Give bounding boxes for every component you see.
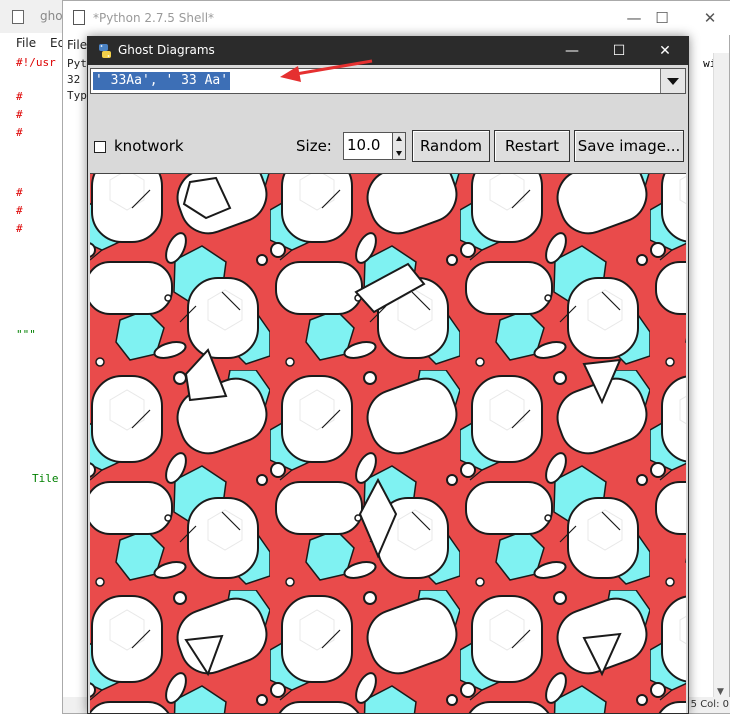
code-line: Tile	[32, 472, 59, 485]
ghost-title: Ghost Diagrams	[118, 43, 215, 57]
shell-title-bar: *Python 2.7.5 Shell* — ☐ ✕	[63, 1, 731, 35]
spin-down-icon[interactable]	[396, 151, 402, 156]
code-line: #	[16, 126, 23, 139]
ghost-body: ' 33Aa', ' 33 Aa' knotwork Size: 10.0 Ra…	[88, 65, 688, 713]
restart-button[interactable]: Restart	[494, 130, 570, 162]
scroll-down-icon[interactable]: ▼	[717, 687, 724, 697]
shell-minimize-button[interactable]: —	[619, 7, 649, 29]
shell-line: 32	[67, 73, 81, 86]
maximize-button[interactable]: ☐	[599, 40, 639, 62]
tile-spec-combobox[interactable]: ' 33Aa', ' 33 Aa'	[90, 68, 686, 94]
ghost-pattern	[90, 174, 686, 713]
ghost-diagrams-window: Ghost Diagrams — ☐ ✕ ' 33Aa', ' 33 Aa' k…	[87, 36, 689, 714]
spin-up-icon[interactable]	[396, 136, 402, 141]
knotwork-checkbox[interactable]	[94, 141, 106, 153]
size-spinner[interactable]	[392, 132, 406, 160]
size-input[interactable]: 10.0	[343, 132, 393, 160]
knotwork-label[interactable]: knotwork	[114, 137, 184, 155]
tile-spec-text[interactable]: ' 33Aa', ' 33 Aa'	[93, 72, 231, 90]
shell-line: Typ	[67, 89, 87, 102]
shell-line: Pyt	[67, 57, 87, 70]
ghost-title-bar: Ghost Diagrams — ☐ ✕	[88, 37, 688, 65]
shell-menu-file[interactable]: File	[67, 38, 87, 52]
code-line: #	[16, 222, 23, 235]
code-line: """	[16, 328, 36, 341]
close-button[interactable]: ✕	[645, 40, 685, 62]
document-icon	[73, 10, 85, 25]
document-icon	[12, 10, 24, 24]
size-label: Size:	[296, 137, 332, 155]
shell-title: *Python 2.7.5 Shell*	[93, 11, 215, 25]
code-line: #	[16, 90, 23, 103]
minimize-button[interactable]: —	[552, 40, 592, 62]
pattern-fill	[90, 174, 686, 713]
diagram-canvas[interactable]	[90, 173, 686, 713]
code-line: #	[16, 186, 23, 199]
shell-maximize-button[interactable]: ☐	[647, 7, 677, 29]
shell-close-button[interactable]: ✕	[695, 7, 725, 29]
code-line: #	[16, 204, 23, 217]
dropdown-arrow-icon[interactable]	[660, 69, 685, 93]
code-line: #	[16, 108, 23, 121]
python-logo-icon	[99, 44, 111, 58]
cursor-position: 5 Col: 0	[690, 699, 729, 710]
code-line: #!/usr	[16, 56, 56, 69]
random-button[interactable]: Random	[412, 130, 490, 162]
shell-scrollbar[interactable]: ▼	[713, 53, 729, 699]
background-window	[730, 0, 746, 714]
save-image-button[interactable]: Save image...	[574, 130, 684, 162]
editor-menu-file[interactable]: File	[16, 36, 36, 50]
